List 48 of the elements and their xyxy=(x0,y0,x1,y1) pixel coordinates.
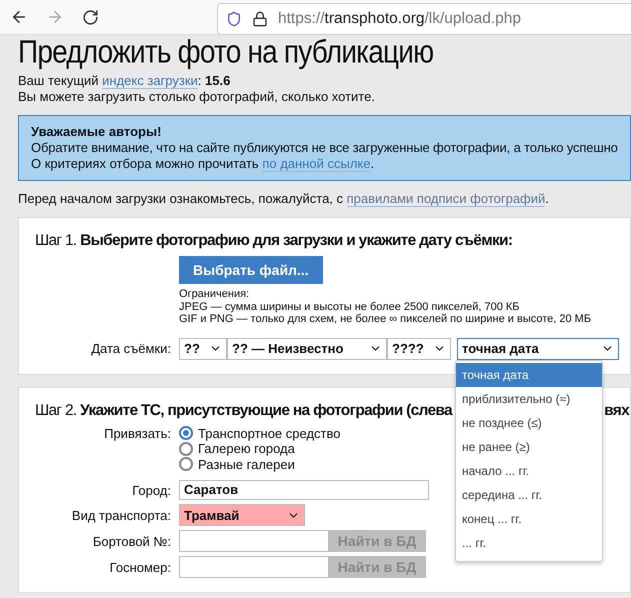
rules-text: Перед началом загрузки ознакомьтесь, пожалуйста, с правилами подписи фотографий. xyxy=(18,191,550,207)
dropdown-option[interactable]: не позднее (≤) xyxy=(456,410,602,434)
upload-index-link[interactable]: индекс загрузки xyxy=(102,73,198,89)
step-title: Шаг 2. Укажите ТС, присутствующие на фотографии (слева xyxy=(35,402,452,420)
transport-label: Вид транспорта: xyxy=(70,508,171,522)
notice-text: О критериях отбора можно прочитать по данной ссылке. xyxy=(31,156,376,172)
dropdown-option[interactable]: конец ... гг. xyxy=(456,506,602,530)
radio-button[interactable] xyxy=(179,457,193,472)
city-field[interactable]: Саратов xyxy=(179,480,429,500)
address-bar[interactable]: https://transphoto.org/lk/upload.php xyxy=(217,3,631,35)
step-title: вях xyxy=(604,402,629,420)
rules-link[interactable]: правилами подписи фотографий xyxy=(346,191,546,207)
input-field[interactable] xyxy=(179,556,328,578)
step-title: Шаг 1. Выберите фотографию для загрузки и укажите дату съёмки: xyxy=(35,232,514,250)
dropdown-option[interactable]: не ранее (≥) xyxy=(456,434,602,458)
limits-text: JPEG — сумма ширины и высоты не более 2500 пикселей, 700 КБ xyxy=(179,300,521,313)
precision-select[interactable]: точная дата xyxy=(457,338,619,360)
shield-icon xyxy=(226,11,242,27)
dropdown-option[interactable]: приблизительно (≈) xyxy=(456,386,602,410)
upload-note: Вы можете загрузить столько фотографий, сколько хотите. xyxy=(18,89,376,105)
radio-label: Транспортное средство xyxy=(198,426,340,441)
lock-icon xyxy=(252,11,268,27)
city-label: Город: xyxy=(131,482,171,498)
date-label: Дата съёмки: xyxy=(90,341,171,356)
dropdown-option[interactable]: начало ... гг. xyxy=(456,458,602,482)
radio-button[interactable] xyxy=(179,426,193,440)
dropdown-option[interactable]: ... гг. xyxy=(456,530,602,554)
bind-label: Привязать: xyxy=(103,426,171,440)
field-label: Госномер: xyxy=(108,560,171,574)
dropdown-option[interactable]: середина ... гг. xyxy=(456,482,602,506)
upload-index-text: Ваш текущий индекс загрузки: 15.6 xyxy=(18,73,232,89)
choose-file-button[interactable]: Выбрать файл... xyxy=(179,256,323,284)
dropdown-option[interactable]: точная дата xyxy=(456,362,602,386)
notice-text: Обратите внимание, что на сайте публикуются не все загруженные фотографии, а только успешно xyxy=(31,140,618,156)
date-select[interactable]: ?? xyxy=(179,338,227,360)
radio-button[interactable] xyxy=(179,442,193,456)
radio-label: Разные галереи xyxy=(198,456,295,472)
limits-text: GIF и PNG — только для схем, не более ∞ пикселей по ширине и высоте, 20 МБ xyxy=(179,313,592,326)
input-field[interactable] xyxy=(179,530,328,552)
limits-text: Ограничения: xyxy=(179,288,250,300)
notice-heading: Уважаемые авторы! xyxy=(31,124,162,140)
radio-label: Галерею города xyxy=(198,441,295,456)
date-select[interactable]: ???? xyxy=(387,338,451,360)
date-select[interactable]: ?? — Неизвестно xyxy=(227,338,387,360)
url-text: https://transphoto.org/lk/upload.php xyxy=(278,10,522,28)
transport-select[interactable]: Трамвай xyxy=(179,504,305,526)
page-title: Предложить фото на публикацию xyxy=(18,35,434,70)
field-label: Бортовой №: xyxy=(92,534,171,548)
